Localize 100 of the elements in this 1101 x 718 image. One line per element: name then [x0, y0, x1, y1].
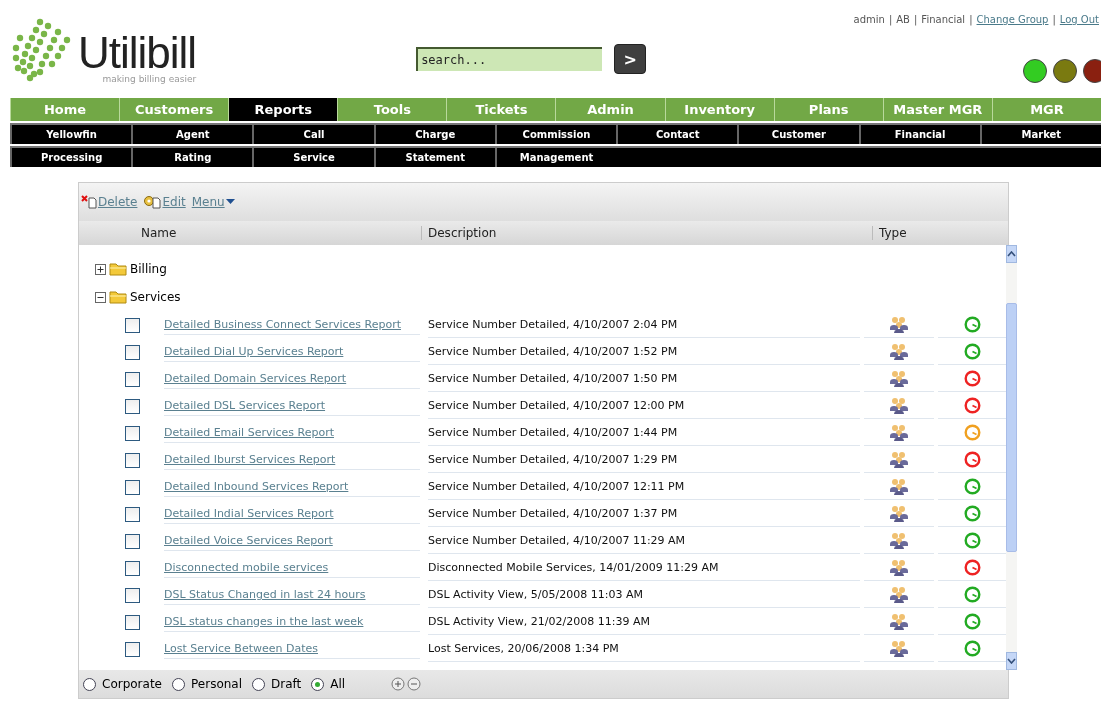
group-icon: [890, 505, 908, 522]
checkbox[interactable]: [125, 533, 140, 549]
checkbox[interactable]: [125, 479, 140, 495]
report-link[interactable]: Detailed Indial Services Report: [164, 507, 334, 520]
nav-tab[interactable]: MGR: [991, 98, 1101, 121]
header-link[interactable]: Log Out: [1059, 14, 1099, 25]
subnav-item[interactable]: Contact: [616, 125, 738, 144]
report-link[interactable]: Lost Service Between Dates: [164, 642, 318, 655]
nav-tab[interactable]: Customers: [119, 98, 229, 121]
caret-icon: [225, 199, 235, 205]
group-icon: [890, 532, 908, 549]
report-link[interactable]: Detailed Email Services Report: [164, 426, 334, 439]
table-cell: Service Number Detailed, 4/10/2007 1:29 PM: [428, 453, 678, 466]
report-link[interactable]: Detailed Business Connect Services Report: [164, 318, 401, 331]
filter-radio[interactable]: Corporate: [83, 677, 162, 691]
toolbar-link[interactable]: Menu: [191, 195, 235, 209]
table-cell: Service Number Detailed, 4/10/2007 11:29 AM: [428, 534, 686, 547]
toolbar-link[interactable]: Edit: [143, 195, 186, 209]
checkbox[interactable]: [125, 425, 140, 441]
group-icon: [890, 424, 908, 441]
table-cell: Service Number Detailed, 4/10/2007 2:04 PM: [428, 318, 678, 331]
search-button[interactable]: >: [614, 44, 647, 74]
report-link[interactable]: Detailed DSL Services Report: [164, 399, 326, 412]
zoom-in-icon[interactable]: [391, 677, 406, 691]
subnav-item[interactable]: Charge: [373, 125, 495, 144]
report-link[interactable]: DSL status changes in the last week: [164, 615, 364, 628]
nav-tab[interactable]: Master MGR: [882, 98, 992, 121]
checkbox[interactable]: [125, 452, 140, 468]
column-header: Description: [421, 226, 872, 240]
search-field[interactable]: search...: [416, 47, 603, 71]
group-icon: [890, 343, 908, 360]
expander-icon[interactable]: [95, 263, 106, 275]
folder-name[interactable]: Billing: [130, 262, 167, 276]
table-cell: Service Number Detailed, 4/10/2007 1:50 PM: [428, 372, 678, 385]
group-icon: [890, 370, 908, 387]
report-link[interactable]: Detailed Domain Services Report: [164, 372, 347, 385]
folder-name[interactable]: Services: [130, 290, 181, 304]
subnav-item[interactable]: Management: [494, 148, 617, 167]
user-info: admin: [853, 14, 885, 25]
subnav-item[interactable]: Market: [979, 125, 1101, 144]
checkbox[interactable]: [125, 641, 140, 657]
nav-tab[interactable]: Plans: [773, 98, 883, 121]
logo-tagline: making billing easier: [102, 74, 197, 84]
separator: |: [888, 14, 893, 25]
report-link[interactable]: Detailed Inbound Services Report: [164, 480, 349, 493]
nav-tab[interactable]: Tickets: [446, 98, 556, 121]
nav-tab[interactable]: Tools: [337, 98, 447, 121]
report-link[interactable]: Disconnected mobile services: [164, 561, 329, 574]
checkbox[interactable]: [125, 614, 140, 630]
checkbox[interactable]: [125, 398, 140, 414]
checkbox[interactable]: [125, 560, 140, 576]
report-link[interactable]: Detailed Dial Up Services Report: [164, 345, 344, 358]
checkbox[interactable]: [125, 506, 140, 522]
nav-tab[interactable]: Inventory: [664, 98, 774, 121]
nav-tab[interactable]: Home: [10, 98, 120, 121]
separator: |: [969, 14, 973, 25]
filter-radio[interactable]: All: [311, 677, 346, 691]
scroll-up-icon[interactable]: [1007, 251, 1016, 257]
subnav-item[interactable]: Service: [252, 148, 374, 167]
table-cell: Service Number Detailed, 4/10/2007 1:37 PM: [428, 507, 678, 520]
scrollbar[interactable]: [1006, 245, 1017, 670]
gear-icon: [143, 195, 162, 209]
table-cell: DSL Activity View, 21/02/2008 11:39 AM: [428, 615, 650, 628]
table-cell: Service Number Detailed, 4/10/2007 1:44 PM: [428, 426, 678, 439]
table-cell: Disconnected Mobile Services, 14/01/2009 11:29 AM: [428, 561, 719, 574]
separator: |: [914, 14, 918, 25]
checkbox[interactable]: [125, 371, 140, 387]
checkbox[interactable]: [125, 344, 140, 360]
report-link[interactable]: Detailed Voice Services Report: [164, 534, 333, 547]
nav-tab[interactable]: Reports: [228, 98, 338, 121]
filter-radio[interactable]: Draft: [252, 677, 302, 691]
subnav-item[interactable]: Customer: [737, 125, 859, 144]
group-icon: [890, 478, 908, 495]
report-link[interactable]: DSL Status Changed in last 24 hours: [164, 588, 366, 601]
delete-icon: [81, 195, 97, 209]
subnav-item[interactable]: Agent: [131, 125, 253, 144]
subnav-item[interactable]: Yellowfin: [10, 125, 132, 144]
table-cell: Service Number Detailed, 4/10/2007 1:52 PM: [428, 345, 678, 358]
subnav-item[interactable]: Processing: [10, 148, 132, 167]
nav-tab[interactable]: Admin: [555, 98, 665, 121]
toolbar-link[interactable]: Delete: [81, 195, 138, 209]
filter-radio[interactable]: Personal: [172, 677, 242, 691]
subnav-item[interactable]: Call: [252, 125, 374, 144]
expander-icon[interactable]: [95, 291, 106, 303]
subnav-item[interactable]: Commission: [494, 125, 617, 144]
table-cell: Service Number Detailed, 4/10/2007 12:11 PM: [428, 480, 685, 493]
group-icon: [890, 613, 908, 630]
checkbox[interactable]: [125, 317, 140, 333]
table-cell: Lost Services, 20/06/2008 1:34 PM: [428, 642, 619, 655]
subnav-item[interactable]: Statement: [373, 148, 495, 167]
table-cell: Service Number Detailed, 4/10/2007 12:00 PM: [428, 399, 685, 412]
checkbox[interactable]: [125, 587, 140, 603]
scroll-down-icon[interactable]: [1007, 658, 1016, 664]
subnav-item[interactable]: Rating: [131, 148, 253, 167]
column-header: Type: [872, 226, 907, 240]
group-icon: [890, 451, 908, 468]
report-link[interactable]: Detailed Iburst Services Report: [164, 453, 336, 466]
zoom-out-icon[interactable]: [407, 677, 422, 691]
subnav-item[interactable]: Financial: [858, 125, 980, 144]
header-link[interactable]: Change Group: [976, 14, 1049, 25]
